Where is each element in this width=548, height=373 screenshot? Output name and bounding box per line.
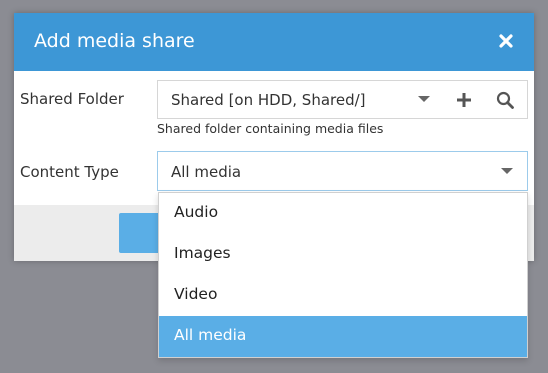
dialog-titlebar: Add media share <box>14 13 534 71</box>
shared-folder-label: Shared Folder <box>20 90 124 108</box>
option-label: Video <box>174 285 218 303</box>
option-label: Images <box>174 244 231 262</box>
search-icon[interactable] <box>496 91 514 109</box>
content-type-value: All media <box>171 163 242 181</box>
option-audio[interactable]: Audio <box>159 193 527 234</box>
chevron-down-icon[interactable] <box>418 96 430 102</box>
shared-folder-hint: Shared folder containing media files <box>157 121 384 136</box>
close-icon[interactable] <box>498 33 514 49</box>
option-all-media[interactable]: All media <box>159 316 527 357</box>
content-type-label: Content Type <box>20 163 119 181</box>
dialog-title: Add media share <box>34 30 195 52</box>
option-images[interactable]: Images <box>159 234 527 275</box>
content-type-dropdown: Audio Images Video All media <box>158 192 528 358</box>
shared-folder-value: Shared [on HDD, Shared/] <box>171 91 366 109</box>
option-label: All media <box>174 326 247 344</box>
option-video[interactable]: Video <box>159 275 527 316</box>
chevron-down-icon[interactable] <box>501 168 513 174</box>
shared-folder-select[interactable]: Shared [on HDD, Shared/] <box>157 80 528 119</box>
option-label: Audio <box>174 203 219 221</box>
plus-icon[interactable] <box>456 92 472 108</box>
content-type-select[interactable]: All media <box>157 151 528 191</box>
